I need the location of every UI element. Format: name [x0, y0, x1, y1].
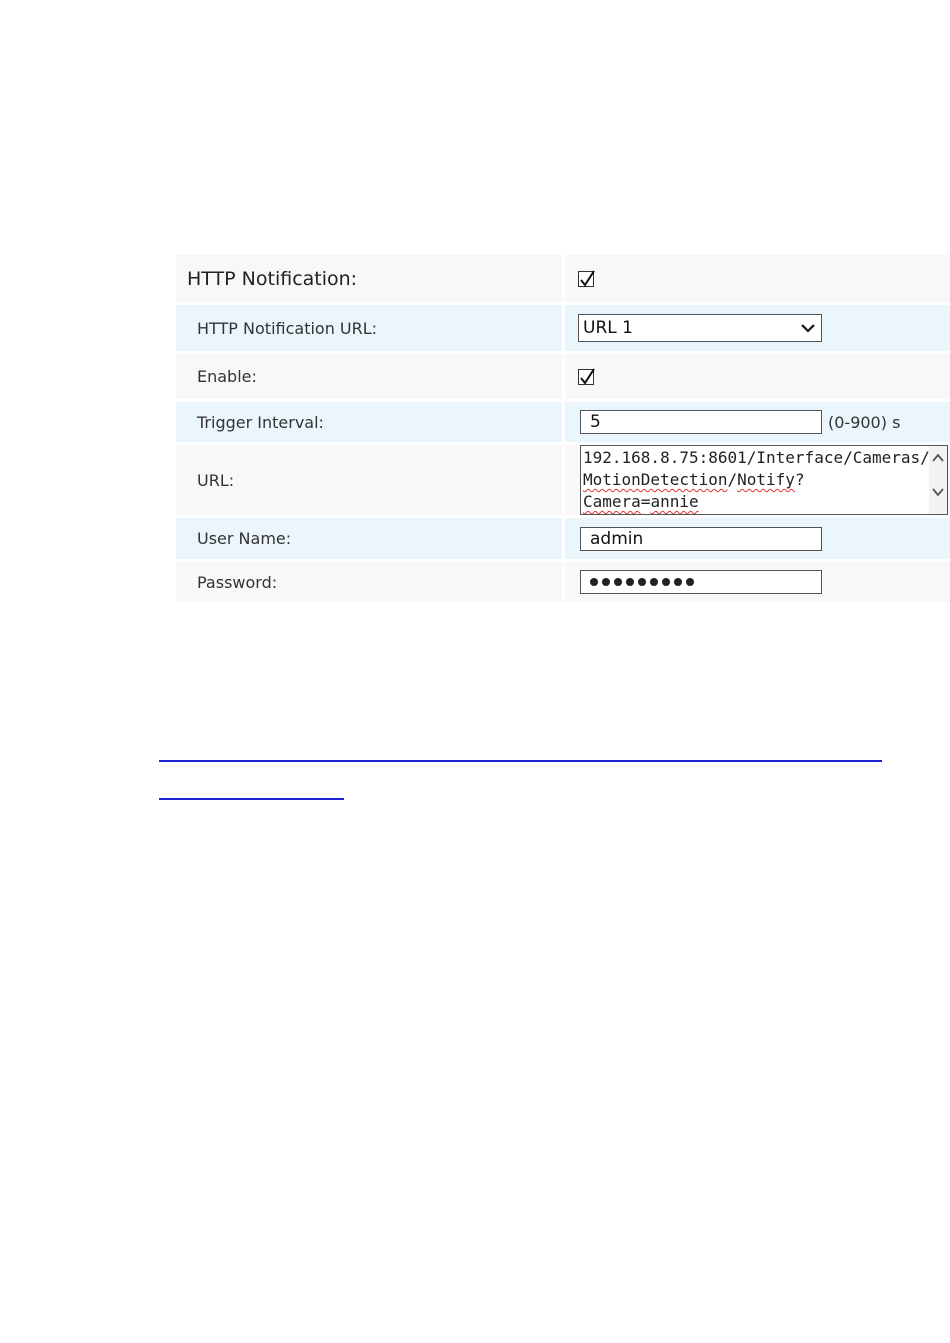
hyperlink-underline-line-2[interactable]	[159, 798, 344, 800]
password-value-cell	[565, 562, 950, 602]
http-notification-settings-panel: HTTP Notification: HTTP Notification URL…	[176, 255, 950, 605]
url-text-spell: annie	[650, 492, 699, 511]
url-label: URL:	[176, 445, 565, 515]
url-text-part: ?	[794, 470, 805, 489]
user-name-value-cell: admin	[565, 518, 950, 559]
hyperlink-underline-line-1[interactable]	[159, 760, 882, 762]
url-textarea[interactable]: 192.168.8.75:8601/Interface/Cameras/Moti…	[580, 445, 948, 515]
row-enable: Enable:	[176, 354, 950, 399]
trigger-interval-value-cell: 5 (0-900) s	[565, 402, 950, 442]
check-icon	[580, 269, 595, 287]
url-value-cell: 192.168.8.75:8601/Interface/Cameras/Moti…	[565, 445, 950, 515]
trigger-interval-label: Trigger Interval:	[176, 402, 565, 442]
password-dot	[614, 578, 622, 586]
password-masked-value	[590, 578, 694, 586]
enable-value-cell	[565, 354, 950, 399]
trigger-interval-range: (0-900) s	[828, 412, 901, 432]
http-notification-url-select[interactable]: URL 1	[578, 314, 822, 342]
password-dot	[590, 578, 598, 586]
password-dot	[686, 578, 694, 586]
http-notification-checkbox[interactable]	[578, 269, 595, 287]
password-dot	[602, 578, 610, 586]
enable-label: Enable:	[176, 354, 565, 399]
url-text-spell: MotionDetection	[583, 470, 728, 489]
url-textarea-scrollbar[interactable]	[929, 446, 947, 514]
password-dot	[650, 578, 658, 586]
row-url: URL: 192.168.8.75:8601/Interface/Cameras…	[176, 445, 950, 515]
user-name-label: User Name:	[176, 518, 565, 559]
row-user-name: User Name: admin	[176, 518, 950, 559]
enable-checkbox[interactable]	[578, 367, 595, 385]
password-dot	[638, 578, 646, 586]
http-notification-label: HTTP Notification:	[176, 255, 565, 302]
row-http-notification-url: HTTP Notification URL: URL 1	[176, 305, 950, 351]
password-dot	[674, 578, 682, 586]
url-text-part: 192.168.8.75:8601/Interface/Cameras/	[583, 448, 930, 467]
user-name-input[interactable]: admin	[580, 526, 822, 551]
password-input[interactable]	[580, 570, 822, 594]
row-password: Password:	[176, 562, 950, 602]
check-icon	[580, 367, 595, 385]
http-notification-url-selected: URL 1	[583, 318, 633, 338]
password-dot	[662, 578, 670, 586]
password-label: Password:	[176, 562, 565, 602]
url-text-spell: Notify	[737, 470, 795, 489]
chevron-down-icon	[801, 324, 815, 333]
http-notification-url-label: HTTP Notification URL:	[176, 305, 565, 351]
row-trigger-interval: Trigger Interval: 5 (0-900) s	[176, 402, 950, 442]
url-textarea-text: 192.168.8.75:8601/Interface/Cameras/Moti…	[581, 446, 933, 513]
chevron-down-icon[interactable]	[931, 486, 945, 498]
url-text-part: =	[640, 492, 651, 511]
url-text-spell: Camera	[583, 492, 641, 511]
http-notification-url-value-cell: URL 1	[565, 305, 950, 351]
password-dot	[626, 578, 634, 586]
http-notification-value-cell	[565, 255, 950, 302]
url-text-part: /	[727, 470, 738, 489]
trigger-interval-input[interactable]: 5	[580, 410, 822, 434]
chevron-up-icon[interactable]	[931, 452, 945, 464]
row-http-notification: HTTP Notification:	[176, 255, 950, 302]
